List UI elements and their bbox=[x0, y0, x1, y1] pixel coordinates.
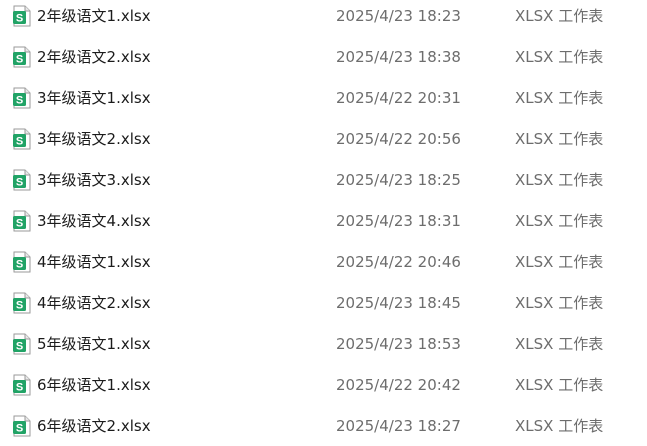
file-name: 3年级语文4.xlsx bbox=[37, 212, 151, 230]
svg-text:S: S bbox=[16, 136, 23, 148]
file-name: 3年级语文3.xlsx bbox=[37, 171, 151, 189]
file-modified-date: 2025/4/23 18:23 bbox=[336, 7, 461, 25]
file-type: XLSX 工作表 bbox=[515, 417, 604, 435]
file-name: 3年级语文2.xlsx bbox=[37, 130, 151, 148]
file-modified-date: 2025/4/22 20:31 bbox=[336, 89, 461, 107]
file-modified-date: 2025/4/22 20:56 bbox=[336, 130, 461, 148]
xlsx-file-icon: S bbox=[13, 210, 31, 232]
file-name: 6年级语文2.xlsx bbox=[37, 417, 151, 435]
file-type: XLSX 工作表 bbox=[515, 130, 604, 148]
file-row[interactable]: S 6年级语文1.xlsx 2025/4/22 20:42 XLSX 工作表 bbox=[0, 371, 647, 401]
file-list: S 2年级语文1.xlsx 2025/4/23 18:23 XLSX 工作表 S… bbox=[0, 0, 647, 446]
file-type: XLSX 工作表 bbox=[515, 253, 604, 271]
svg-text:S: S bbox=[16, 382, 23, 394]
xlsx-file-icon: S bbox=[13, 87, 31, 109]
svg-text:S: S bbox=[16, 95, 23, 107]
file-row[interactable]: S 2年级语文1.xlsx 2025/4/23 18:23 XLSX 工作表 bbox=[0, 2, 647, 32]
svg-text:S: S bbox=[16, 13, 23, 25]
file-type: XLSX 工作表 bbox=[515, 171, 604, 189]
file-modified-date: 2025/4/23 18:45 bbox=[336, 294, 461, 312]
file-name: 6年级语文1.xlsx bbox=[37, 376, 151, 394]
file-row[interactable]: S 3年级语文3.xlsx 2025/4/23 18:25 XLSX 工作表 bbox=[0, 166, 647, 196]
svg-text:S: S bbox=[16, 218, 23, 230]
xlsx-file-icon: S bbox=[13, 169, 31, 191]
xlsx-file-icon: S bbox=[13, 333, 31, 355]
file-modified-date: 2025/4/23 18:27 bbox=[336, 417, 461, 435]
file-name: 2年级语文2.xlsx bbox=[37, 48, 151, 66]
file-row[interactable]: S 3年级语文4.xlsx 2025/4/23 18:31 XLSX 工作表 bbox=[0, 207, 647, 237]
file-type: XLSX 工作表 bbox=[515, 7, 604, 25]
xlsx-file-icon: S bbox=[13, 374, 31, 396]
svg-text:S: S bbox=[16, 300, 23, 312]
file-type: XLSX 工作表 bbox=[515, 376, 604, 394]
file-name: 2年级语文1.xlsx bbox=[37, 7, 151, 25]
xlsx-file-icon: S bbox=[13, 5, 31, 27]
file-modified-date: 2025/4/23 18:53 bbox=[336, 335, 461, 353]
file-type: XLSX 工作表 bbox=[515, 89, 604, 107]
file-row[interactable]: S 6年级语文2.xlsx 2025/4/23 18:27 XLSX 工作表 bbox=[0, 412, 647, 442]
svg-text:S: S bbox=[16, 423, 23, 435]
file-modified-date: 2025/4/23 18:31 bbox=[336, 212, 461, 230]
file-row[interactable]: S 3年级语文2.xlsx 2025/4/22 20:56 XLSX 工作表 bbox=[0, 125, 647, 155]
file-type: XLSX 工作表 bbox=[515, 335, 604, 353]
xlsx-file-icon: S bbox=[13, 251, 31, 273]
file-type: XLSX 工作表 bbox=[515, 294, 604, 312]
file-modified-date: 2025/4/23 18:25 bbox=[336, 171, 461, 189]
file-row[interactable]: S 2年级语文2.xlsx 2025/4/23 18:38 XLSX 工作表 bbox=[0, 43, 647, 73]
xlsx-file-icon: S bbox=[13, 415, 31, 437]
file-modified-date: 2025/4/22 20:46 bbox=[336, 253, 461, 271]
svg-text:S: S bbox=[16, 341, 23, 353]
xlsx-file-icon: S bbox=[13, 46, 31, 68]
file-name: 3年级语文1.xlsx bbox=[37, 89, 151, 107]
file-type: XLSX 工作表 bbox=[515, 212, 604, 230]
file-type: XLSX 工作表 bbox=[515, 48, 604, 66]
file-row[interactable]: S 4年级语文2.xlsx 2025/4/23 18:45 XLSX 工作表 bbox=[0, 289, 647, 319]
file-name: 5年级语文1.xlsx bbox=[37, 335, 151, 353]
file-row[interactable]: S 3年级语文1.xlsx 2025/4/22 20:31 XLSX 工作表 bbox=[0, 84, 647, 114]
file-name: 4年级语文1.xlsx bbox=[37, 253, 151, 271]
file-modified-date: 2025/4/22 20:42 bbox=[336, 376, 461, 394]
svg-text:S: S bbox=[16, 177, 23, 189]
file-name: 4年级语文2.xlsx bbox=[37, 294, 151, 312]
svg-text:S: S bbox=[16, 259, 23, 271]
file-row[interactable]: S 4年级语文1.xlsx 2025/4/22 20:46 XLSX 工作表 bbox=[0, 248, 647, 278]
file-modified-date: 2025/4/23 18:38 bbox=[336, 48, 461, 66]
file-row[interactable]: S 5年级语文1.xlsx 2025/4/23 18:53 XLSX 工作表 bbox=[0, 330, 647, 360]
svg-text:S: S bbox=[16, 54, 23, 66]
xlsx-file-icon: S bbox=[13, 128, 31, 150]
xlsx-file-icon: S bbox=[13, 292, 31, 314]
